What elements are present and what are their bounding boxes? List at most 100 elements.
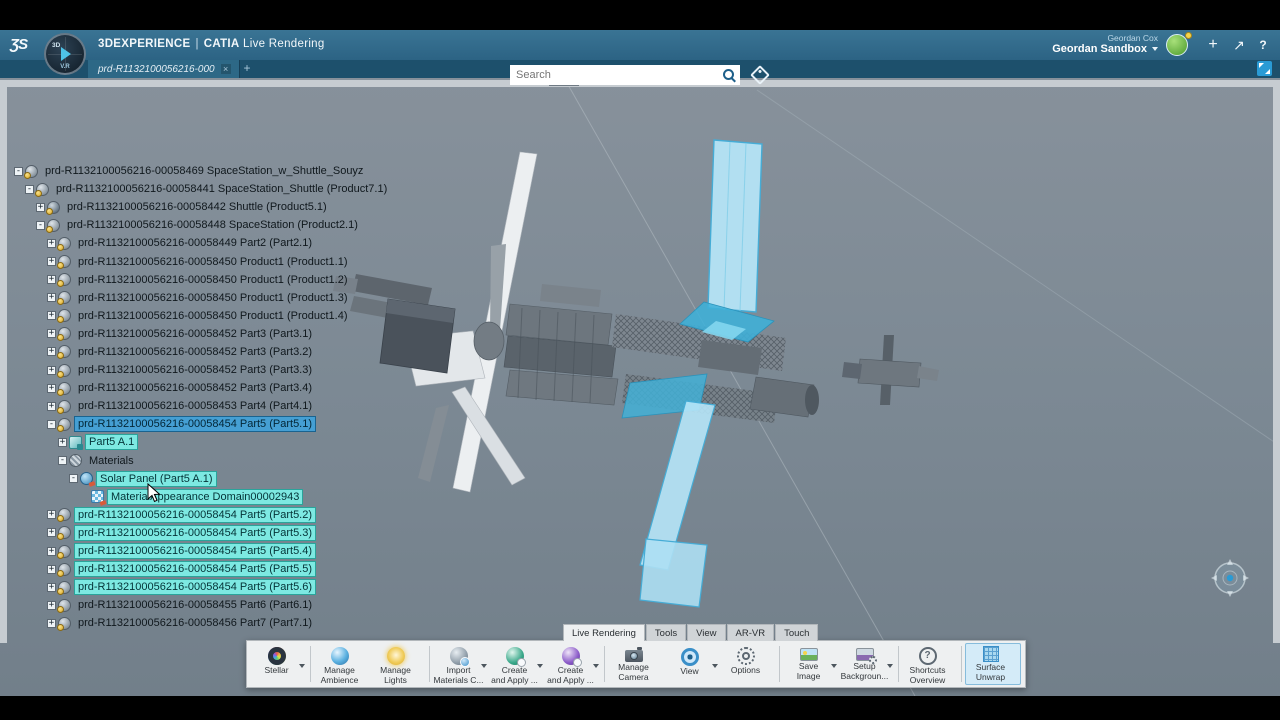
view-button[interactable]: View: [664, 643, 720, 685]
tree-expander[interactable]: -: [69, 474, 78, 484]
left-scrollbar[interactable]: [0, 80, 7, 643]
tree-item-label[interactable]: prd-R1132100056216-00058455 Part6 (Part6…: [74, 597, 316, 613]
new-tab-button[interactable]: +: [240, 61, 254, 75]
tree-item-label[interactable]: prd-R1132100056216-00058452 Part3 (Part3…: [74, 344, 316, 360]
manage-ambience-button[interactable]: Manage Ambience: [314, 643, 370, 685]
tree-expander[interactable]: +: [47, 600, 56, 610]
tree-item-label[interactable]: prd-R1132100056216-00058450 Product1 (Pr…: [74, 254, 352, 270]
tree-expander[interactable]: +: [47, 510, 56, 520]
tree-item[interactable]: MaterialAppearance Domain00002943: [14, 488, 574, 506]
tree-item[interactable]: + Part5 A.1: [14, 433, 574, 451]
tree-item-label[interactable]: prd-R1132100056216-00058453 Part4 (Part4…: [74, 398, 316, 414]
tree-expander[interactable]: -: [58, 456, 67, 466]
ribbon-tab-view[interactable]: View: [687, 624, 726, 641]
3d-compass[interactable]: 3D V.R: [44, 33, 86, 75]
tree-item[interactable]: - prd-R1132100056216-00058454 Part5 (Part…: [14, 415, 574, 433]
search-input[interactable]: [510, 69, 721, 81]
tree-expander[interactable]: +: [47, 365, 56, 375]
tree-expander[interactable]: +: [47, 293, 56, 303]
tree-item[interactable]: + prd-R1132100056216-00058452 Part3 (Part…: [14, 343, 574, 361]
tree-item-label[interactable]: Materials: [85, 453, 138, 469]
dropdown-caret-icon[interactable]: [887, 664, 893, 668]
tree-item-label[interactable]: prd-R1132100056216-00058452 Part3 (Part3…: [74, 380, 316, 396]
tree-expander[interactable]: +: [47, 582, 56, 592]
tree-item[interactable]: + prd-R1132100056216-00058450 Product1 (P…: [14, 307, 574, 325]
workspace-selector[interactable]: Geordan Sandbox: [1052, 43, 1158, 55]
search-bar[interactable]: [510, 65, 740, 85]
tree-expander[interactable]: +: [47, 311, 56, 321]
tree-item-label[interactable]: prd-R1132100056216-00058450 Product1 (Pr…: [74, 272, 352, 288]
ribbon-tab-touch[interactable]: Touch: [775, 624, 819, 641]
options-button[interactable]: Options: [720, 643, 776, 685]
ribbon-tab-tools[interactable]: Tools: [645, 624, 687, 641]
tree-expander[interactable]: +: [47, 383, 56, 393]
create-and-apply-appearance-button[interactable]: Create and Apply ...: [545, 643, 601, 685]
dropdown-caret-icon[interactable]: [299, 664, 305, 668]
tree-item-label[interactable]: prd-R1132100056216-00058452 Part3 (Part3…: [74, 362, 316, 378]
search-icon[interactable]: [721, 67, 737, 83]
manage-camera-button[interactable]: Manage Camera: [608, 643, 664, 685]
tree-expander[interactable]: +: [47, 564, 56, 574]
surface-unwrap-button[interactable]: Surface Unwrap: [965, 643, 1021, 685]
tree-item[interactable]: - prd-R1132100056216-00058441 SpaceStatio…: [14, 180, 574, 198]
tree-item-label[interactable]: prd-R1132100056216-00058454 Part5 (Part5…: [74, 543, 317, 560]
tree-item-label[interactable]: prd-R1132100056216-00058450 Product1 (Pr…: [74, 308, 352, 324]
shortcuts-overview-button[interactable]: ShortcutsOverview: [902, 643, 958, 685]
tree-expander[interactable]: -: [25, 184, 34, 194]
tree-expander[interactable]: -: [14, 166, 23, 176]
tree-expander[interactable]: +: [47, 347, 56, 357]
tree-expander[interactable]: +: [36, 202, 45, 212]
tree-item[interactable]: + prd-R1132100056216-00058452 Part3 (Part…: [14, 325, 574, 343]
dropdown-caret-icon[interactable]: [481, 664, 487, 668]
manage-lights-button[interactable]: Manage Lights: [370, 643, 426, 685]
ribbon-tab-ar-vr[interactable]: AR-VR: [726, 624, 775, 641]
tree-expander[interactable]: +: [58, 437, 67, 447]
tree-item[interactable]: + prd-R1132100056216-00058450 Product1 (P…: [14, 252, 574, 270]
tree-item-label[interactable]: MaterialAppearance Domain00002943: [107, 488, 304, 505]
tree-item[interactable]: + prd-R1132100056216-00058452 Part3 (Part…: [14, 361, 574, 379]
dropdown-caret-icon[interactable]: [537, 664, 543, 668]
help-icon[interactable]: ?: [1254, 36, 1272, 54]
document-tab[interactable]: prd-R1132100056216-000 ×: [88, 60, 240, 78]
tree-item-label[interactable]: Part5 A.1: [85, 434, 139, 451]
maximize-icon[interactable]: [1257, 61, 1272, 76]
right-scrollbar[interactable]: [1273, 80, 1280, 643]
share-icon[interactable]: ↗: [1230, 36, 1248, 54]
tree-item-label[interactable]: prd-R1132100056216-00058452 Part3 (Part3…: [74, 326, 316, 342]
tree-expander[interactable]: +: [47, 275, 56, 285]
dropdown-caret-icon[interactable]: [831, 664, 837, 668]
tree-item-label[interactable]: prd-R1132100056216-00058442 Shuttle (Pro…: [63, 199, 331, 215]
tree-item-label[interactable]: prd-R1132100056216-00058441 SpaceStation…: [52, 181, 391, 197]
tree-expander[interactable]: +: [47, 257, 56, 267]
tree-item[interactable]: + prd-R1132100056216-00058454 Part5 (Part…: [14, 524, 574, 542]
tree-expander[interactable]: +: [47, 238, 56, 248]
close-icon[interactable]: ×: [220, 64, 231, 74]
tree-item[interactable]: + prd-R1132100056216-00058454 Part5 (Part…: [14, 506, 574, 524]
tree-expander[interactable]: +: [47, 528, 56, 538]
add-content-icon[interactable]: +: [1204, 36, 1222, 54]
tree-expander[interactable]: +: [47, 618, 56, 628]
tree-expander[interactable]: -: [36, 220, 45, 230]
tree-item[interactable]: + prd-R1132100056216-00058450 Product1 (P…: [14, 271, 574, 289]
tree-expander[interactable]: -: [47, 419, 56, 429]
tree-item-label[interactable]: prd-R1132100056216-00058449 Part2 (Part2…: [74, 235, 316, 251]
tree-item-label[interactable]: prd-R1132100056216-00058454 Part5 (Part5…: [74, 506, 317, 523]
tree-item-label[interactable]: prd-R1132100056216-00058454 Part5 (Part5…: [74, 561, 317, 578]
tree-expander[interactable]: +: [47, 329, 56, 339]
setup-background-button[interactable]: Setup Backgroun...: [839, 643, 895, 685]
tree-item-label[interactable]: prd-R1132100056216-00058454 Part5 (Part5…: [74, 579, 317, 596]
import-materials-button[interactable]: Import Materials C...: [433, 643, 489, 685]
tree-item[interactable]: - prd-R1132100056216-00058448 SpaceStatio…: [14, 216, 574, 234]
tree-item[interactable]: + prd-R1132100056216-00058454 Part5 (Part…: [14, 542, 574, 560]
tree-item[interactable]: - prd-R1132100056216-00058469 SpaceStatio…: [14, 162, 574, 180]
tree-item[interactable]: + prd-R1132100056216-00058454 Part5 (Part…: [14, 560, 574, 578]
stellar-button[interactable]: Stellar: [251, 643, 307, 685]
dropdown-caret-icon[interactable]: [593, 664, 599, 668]
tree-item[interactable]: + prd-R1132100056216-00058449 Part2 (Part…: [14, 234, 574, 252]
tree-item-label[interactable]: prd-R1132100056216-00058450 Product1 (Pr…: [74, 290, 352, 306]
tree-item[interactable]: + prd-R1132100056216-00058453 Part4 (Part…: [14, 397, 574, 415]
tree-item[interactable]: + prd-R1132100056216-00058442 Shuttle (Pr…: [14, 198, 574, 216]
save-image-button[interactable]: Save Image: [783, 643, 839, 685]
tree-item-label[interactable]: prd-R1132100056216-00058454 Part5 (Part5…: [74, 524, 317, 541]
tree-item[interactable]: - Solar Panel (Part5 A.1): [14, 470, 574, 488]
